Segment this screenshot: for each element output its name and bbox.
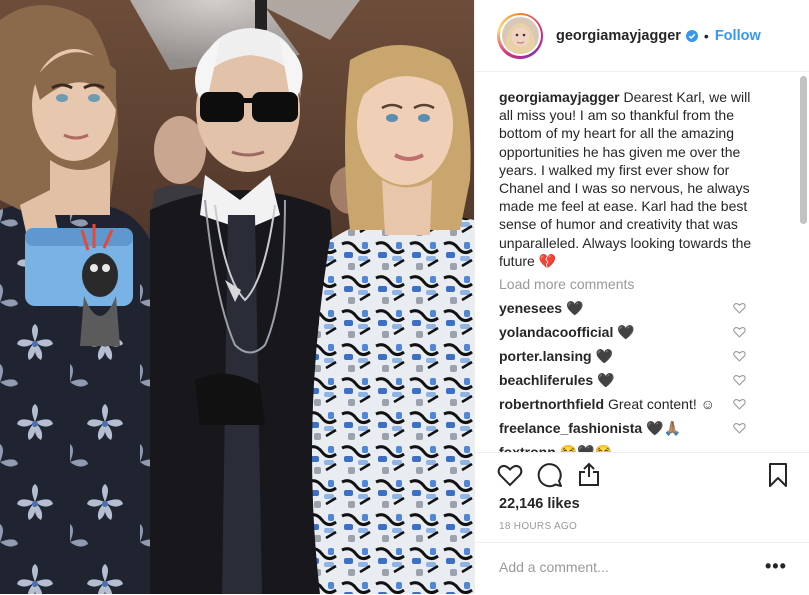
comment-username[interactable]: freelance_fashionista: [499, 420, 642, 436]
post-side-panel: georgiamayjagger • Follow georgiamayjagg…: [474, 0, 809, 594]
header-separator: •: [703, 27, 709, 44]
comment-like-heart-icon[interactable]: [733, 326, 746, 338]
bookmark-icon[interactable]: [768, 462, 788, 488]
add-comment-bar: •••: [475, 542, 809, 595]
post-timestamp[interactable]: 18 HOURS AGO: [499, 521, 577, 532]
comment-list: yenesees 🖤 yolandacoofficial 🖤 porter.la…: [499, 296, 795, 452]
comment-text: 🖤🙏🏽: [646, 419, 682, 436]
follow-button[interactable]: Follow: [715, 28, 761, 44]
post-image: [0, 0, 474, 594]
scrollbar-thumb[interactable]: [800, 76, 807, 224]
caption-text: Dearest Karl, we will all miss you! I am…: [499, 89, 752, 269]
comment-like-heart-icon[interactable]: [733, 350, 746, 362]
comment-row: yenesees 🖤: [499, 296, 795, 320]
comments-section[interactable]: georgiamayjagger Dearest Karl, we will a…: [475, 73, 795, 452]
avatar[interactable]: [501, 17, 539, 54]
comment-like-heart-icon[interactable]: [733, 398, 746, 410]
add-comment-input[interactable]: [497, 558, 751, 576]
comment-text: Great content! ☺: [608, 396, 715, 413]
comment-like-heart-icon[interactable]: [733, 302, 746, 314]
comment-username[interactable]: porter.lansing: [499, 348, 592, 364]
comment-text: 🖤: [597, 371, 615, 388]
comment-username[interactable]: robertnorthfield: [499, 396, 604, 412]
post-photo[interactable]: [0, 0, 474, 594]
comment-like-heart-icon[interactable]: [733, 374, 746, 386]
comment-username[interactable]: yolandacoofficial: [499, 324, 613, 340]
comment-text: 🖤: [566, 299, 584, 316]
comments-scrollbar[interactable]: [800, 76, 807, 452]
avatar-image: [501, 17, 539, 54]
share-icon[interactable]: [577, 461, 601, 487]
comment-row: foxtronn 😂🖤😂: [499, 440, 795, 452]
comment-row: robertnorthfield Great content! ☺: [499, 392, 795, 416]
comment-row: porter.lansing 🖤: [499, 344, 795, 368]
more-options-icon[interactable]: •••: [765, 557, 787, 575]
avatar-frame: [499, 15, 541, 56]
post-caption: georgiamayjagger Dearest Karl, we will a…: [499, 88, 761, 270]
post-author-username[interactable]: georgiamayjagger: [556, 28, 681, 44]
comment-like-heart-icon[interactable]: [733, 422, 746, 434]
post-header: georgiamayjagger • Follow: [475, 0, 809, 72]
caption-username[interactable]: georgiamayjagger: [499, 89, 620, 105]
comment-text: 🖤: [617, 323, 635, 340]
heart-icon[interactable]: [497, 463, 523, 487]
load-more-comments-button[interactable]: Load more comments: [499, 276, 795, 292]
comment-row: beachliferules 🖤: [499, 368, 795, 392]
comment-row: freelance_fashionista 🖤🙏🏽: [499, 416, 795, 440]
post-actions-bar: 22,146 likes 18 HOURS AGO: [475, 452, 809, 543]
comment-username[interactable]: foxtronn: [499, 444, 556, 452]
comment-icon[interactable]: [537, 462, 563, 488]
comment-username[interactable]: yenesees: [499, 300, 562, 316]
comment-row: yolandacoofficial 🖤: [499, 320, 795, 344]
comment-text: 🖤: [595, 347, 614, 364]
story-ring[interactable]: [497, 12, 543, 59]
comment-text: 😂🖤😂: [559, 443, 613, 452]
verified-badge-icon: [685, 29, 698, 42]
like-count[interactable]: 22,146 likes: [499, 496, 580, 512]
comment-username[interactable]: beachliferules: [499, 372, 593, 388]
